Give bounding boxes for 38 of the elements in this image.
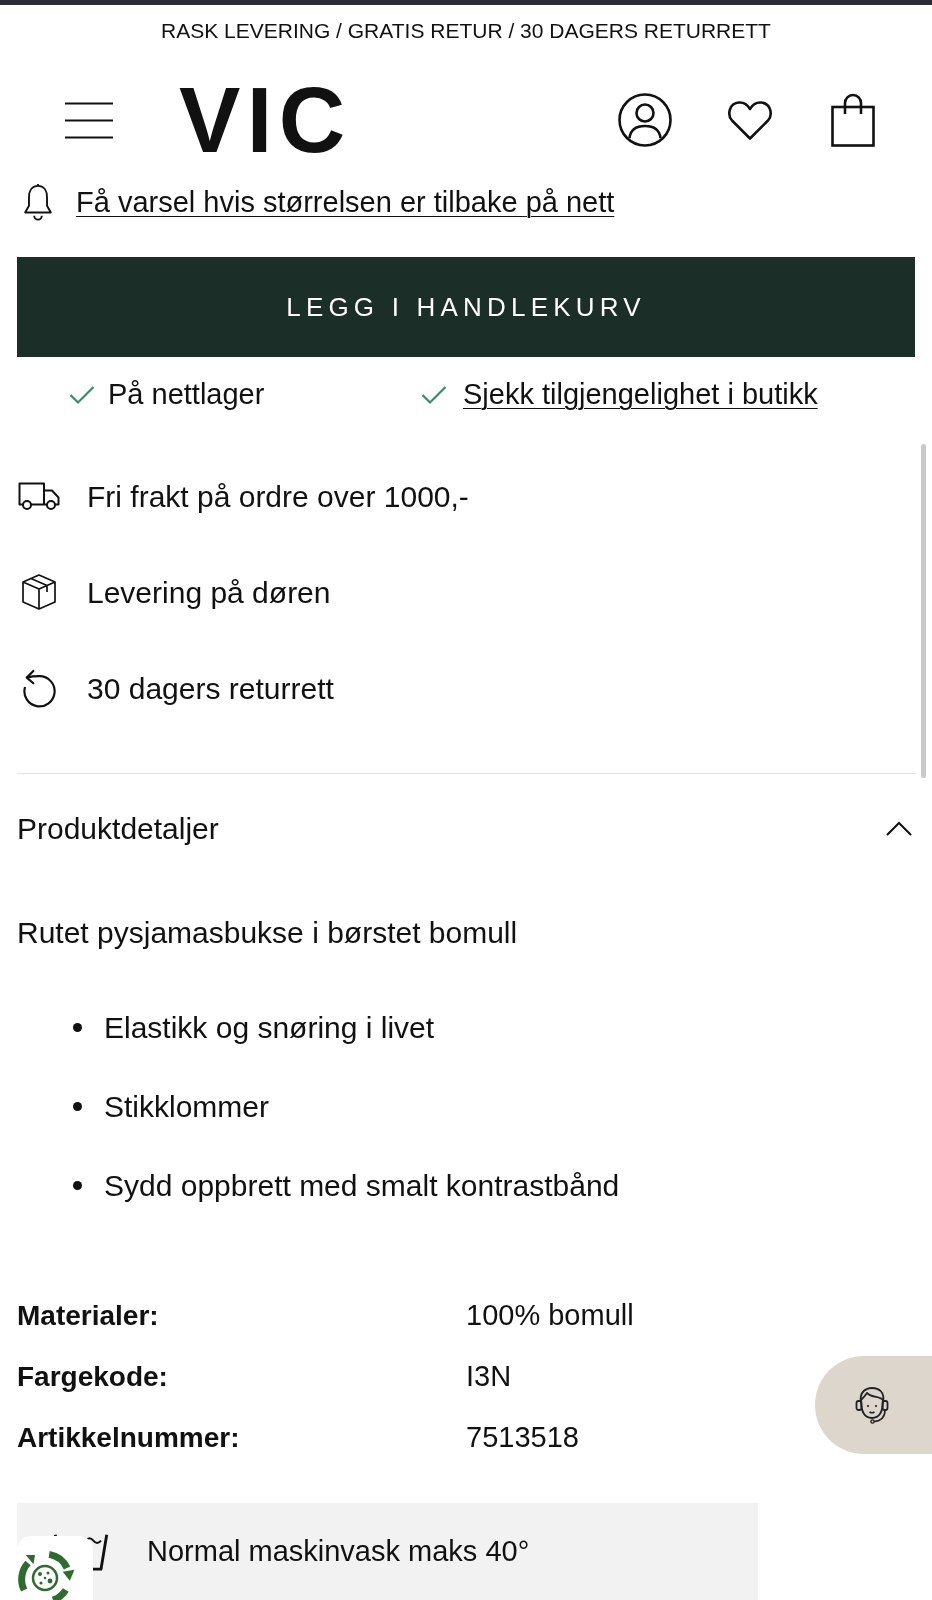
chat-button[interactable]: [815, 1356, 932, 1454]
benefit-text: Fri frakt på ordre over 1000,-: [87, 478, 469, 515]
attribute-value: I3N: [466, 1358, 512, 1394]
recycle-badge-icon[interactable]: [17, 1536, 93, 1600]
bullet-icon: [73, 1023, 82, 1032]
product-description: Rutet pysjamasbukse i børstet bomull: [17, 914, 518, 951]
bullet-icon: [73, 1181, 82, 1190]
truck-icon: [18, 481, 60, 511]
logo[interactable]: VIC: [179, 74, 352, 166]
feature-text: Elastikk og snøring i livet: [104, 1010, 435, 1046]
attribute-value: 100% bomull: [466, 1297, 634, 1333]
package-icon: [21, 573, 57, 611]
bullet-icon: [73, 1102, 82, 1111]
check-icon: [69, 385, 95, 405]
add-to-cart-button[interactable]: LEGG I HANDLEKURV: [17, 257, 915, 357]
product-details-toggle[interactable]: Produktdetaljer: [0, 774, 932, 882]
check-icon: [421, 385, 447, 405]
attribute-value: 7513518: [466, 1419, 579, 1455]
heart-icon[interactable]: [726, 99, 774, 141]
stock-status-text: På nettlager: [108, 377, 265, 413]
shopping-bag-icon[interactable]: [831, 93, 875, 147]
return-arrow-icon: [22, 668, 56, 708]
notify-link[interactable]: Få varsel hvis størrelsen er tilbake på nett: [76, 187, 615, 217]
scrollbar-thumb[interactable]: [921, 444, 926, 778]
attribute-label: Fargekode:: [17, 1359, 169, 1394]
chevron-up-icon[interactable]: [886, 820, 912, 836]
bell-icon: [22, 183, 54, 221]
care-text: Normal maskinvask maks 40°: [147, 1533, 530, 1569]
account-icon[interactable]: [618, 93, 672, 147]
attribute-label: Materialer:: [17, 1298, 160, 1333]
announcement-text: RASK LEVERING / GRATIS RETUR / 30 DAGERS RETURRETT: [161, 18, 771, 45]
benefit-text: Levering på døren: [87, 574, 331, 611]
store-availability-link[interactable]: Sjekk tilgjengelighet i butikk: [463, 373, 818, 417]
feature-text: Stikklommer: [104, 1089, 269, 1125]
benefit-text: 30 dagers returrett: [87, 670, 334, 707]
feature-text: Sydd oppbrett med smalt kontrastbånd: [104, 1168, 620, 1204]
attribute-label: Artikkelnummer:: [17, 1420, 241, 1455]
menu-icon[interactable]: [65, 101, 113, 139]
